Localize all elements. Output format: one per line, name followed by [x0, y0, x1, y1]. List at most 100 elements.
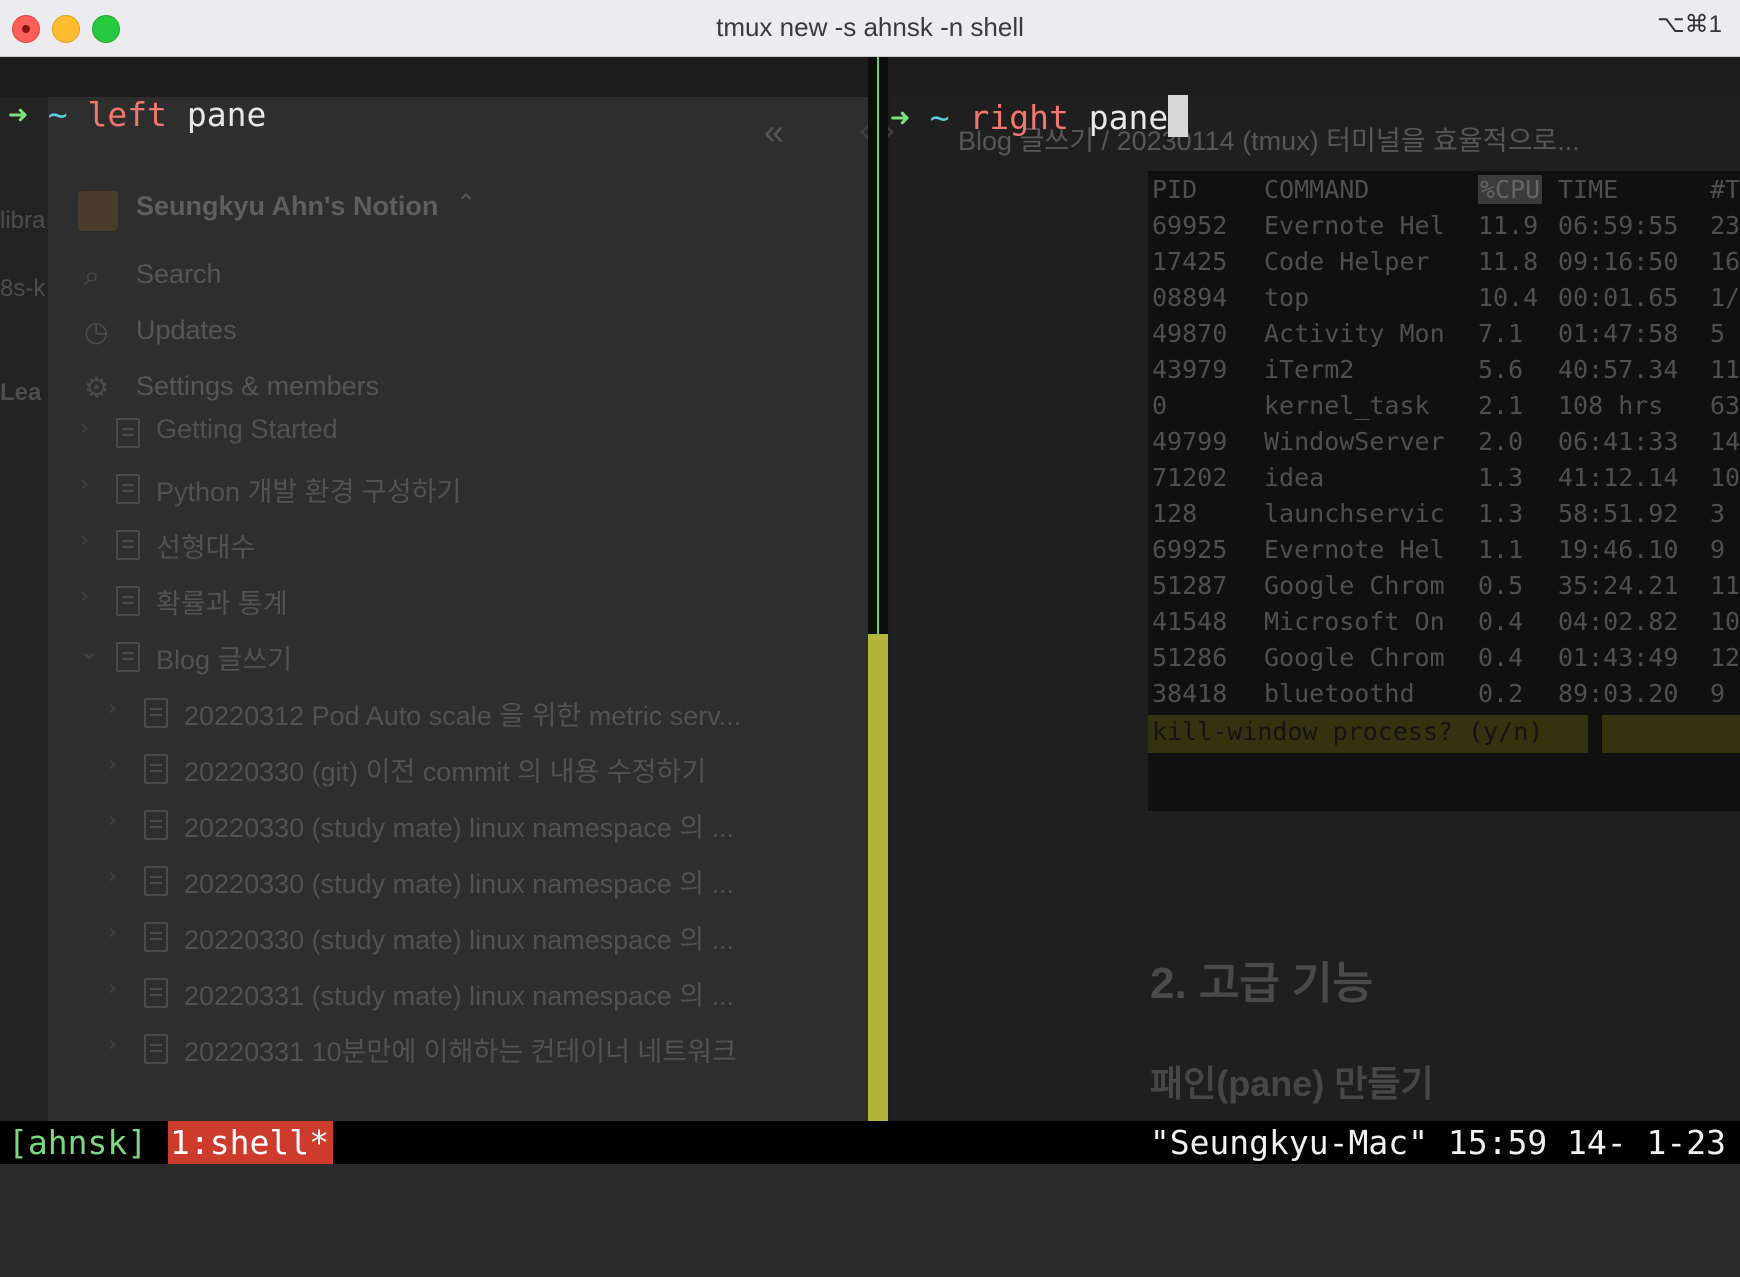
table-cell: top — [1264, 283, 1310, 312]
table-cell: 49799 — [1152, 427, 1228, 456]
chevron-up-down-icon: ⌃ — [456, 190, 477, 217]
sidebar-page-label: 20220330 (study mate) linux namespace 의 … — [184, 813, 735, 843]
kill-window-prompt[interactable]: kill-window process? (y/n) — [1148, 715, 1740, 753]
table-cell: 51287 — [1152, 571, 1228, 600]
page-icon — [144, 866, 168, 896]
table-cell: 2.0 — [1478, 427, 1524, 456]
table-cell: Microsoft On — [1264, 607, 1445, 636]
page-icon — [116, 586, 140, 616]
table-cell: 09:16:50 — [1558, 247, 1679, 276]
sidebar-page-label: 20220330 (study mate) linux namespace 의 … — [184, 925, 735, 955]
table-cell: 1.3 — [1478, 463, 1524, 492]
nav-settings-label: Settings & members — [136, 371, 380, 401]
page-icon — [144, 1034, 168, 1064]
terminal-area[interactable]: libra 8s-k Lea Seungkyu Ahn's Notion ⌃ «… — [0, 57, 1740, 1121]
background-cutoff-text: libra — [0, 207, 46, 234]
sidebar-page-item: › 확률과 통계 — [0, 580, 860, 620]
table-cell: 11.9 — [1478, 211, 1539, 240]
table-cell: 10.4 — [1478, 283, 1539, 312]
text-cursor — [1168, 95, 1189, 137]
header-threads: #T — [1710, 175, 1740, 204]
table-cell: 41:12.14 — [1558, 463, 1679, 492]
gear-icon: ⚙ — [84, 371, 110, 404]
right-pane-prompt[interactable]: ➜ ~ right pane — [890, 95, 1189, 137]
command-text: right — [969, 98, 1069, 137]
table-cell: 0 — [1152, 391, 1168, 420]
search-icon: ⌕ — [84, 259, 100, 292]
table-cell: 43979 — [1152, 355, 1228, 384]
sidebar-page-label: 20220330 (git) 이전 commit 의 내용 수정하기 — [184, 757, 707, 787]
table-cell: Evernote Hel — [1264, 535, 1445, 564]
table-header: PID COMMAND %CPU TIME #T — [1148, 175, 1740, 209]
table-cell: 69925 — [1152, 535, 1228, 564]
page-icon — [144, 978, 168, 1008]
table-cell: 1.3 — [1478, 499, 1524, 528]
table-cell: 06:41:33 — [1558, 427, 1679, 456]
table-cell: Google Chrom — [1264, 643, 1445, 672]
table-cell: 9 — [1710, 679, 1726, 708]
table-cell: 00:01.65 — [1558, 283, 1679, 312]
sidebar-page-label: 20220312 Pod Auto scale 을 위한 metric serv… — [184, 701, 742, 731]
page-icon — [116, 474, 140, 504]
table-cell: 108 hrs — [1558, 391, 1664, 420]
pane-border-highlight — [868, 634, 888, 1121]
page-icon — [144, 922, 168, 952]
table-cell: Activity Mon — [1264, 319, 1445, 348]
table-cell: 5 — [1710, 319, 1726, 348]
chevron-right-icon: › — [108, 752, 117, 777]
table-cell: 38418 — [1152, 679, 1228, 708]
sidebar-page-item: › 20220331 (study mate) linux namespace 의… — [0, 972, 860, 1012]
window-shortcut: ⌥⌘1 — [1656, 11, 1722, 38]
argument-text: pane — [186, 95, 267, 134]
header-pid: PID — [1152, 175, 1198, 204]
sidebar-page-label: Python 개발 환경 구성하기 — [156, 477, 462, 507]
sidebar-page-item: › Getting Started — [0, 412, 860, 452]
header-command: COMMAND — [1264, 175, 1370, 204]
table-cell: 63 — [1710, 391, 1740, 420]
table-cell: idea — [1264, 463, 1325, 492]
session-name: [ahnsk] — [8, 1123, 148, 1162]
sidebar-page-item: › 20220330 (git) 이전 commit 의 내용 수정하기 — [0, 748, 860, 788]
table-cell: 11 — [1710, 355, 1740, 384]
table-cell: 06:59:55 — [1558, 211, 1679, 240]
table-cell: launchservic — [1264, 499, 1445, 528]
sidebar-page-label: 선형대수 — [156, 533, 256, 563]
page-icon — [116, 530, 140, 560]
page-icon — [144, 810, 168, 840]
clock-icon: ◷ — [84, 315, 109, 348]
doc-heading-3: 패인(pane) 만들기 — [1150, 1063, 1434, 1104]
window-tab-shell[interactable]: 1:shell* — [168, 1121, 333, 1164]
chevron-right-icon: › — [80, 584, 89, 609]
doc-heading-2: 2. 고급 기능 — [1150, 959, 1374, 1008]
table-cell: 9 — [1710, 535, 1726, 564]
table-cell: 7.1 — [1478, 319, 1524, 348]
table-cell: 01:47:58 — [1558, 319, 1679, 348]
sidebar-page-item: › 20220331 10분만에 이해하는 컨테이너 네트워크 — [0, 1028, 860, 1068]
sidebar-page-item: › 20220330 (study mate) linux namespace 의… — [0, 860, 860, 900]
background-cutoff-text: Lea — [0, 379, 42, 406]
table-cell: Google Chrom — [1264, 571, 1445, 600]
table-cell: 0.4 — [1478, 643, 1524, 672]
tmux-status-bar: [ahnsk] 1:shell* "Seungkyu-Mac" 15:59 14… — [0, 1121, 1740, 1164]
left-pane-prompt[interactable]: ➜ ~ left pane — [8, 95, 266, 134]
table-cell: 71202 — [1152, 463, 1228, 492]
chevron-right-icon: › — [108, 808, 117, 833]
table-cell: 04:02.82 — [1558, 607, 1679, 636]
table-cell: 58:51.92 — [1558, 499, 1679, 528]
chevron-right-icon: › — [108, 976, 117, 1001]
table-cell: 12 — [1710, 643, 1740, 672]
chevron-down-icon: ⌄ — [80, 640, 99, 665]
table-cell: 5.6 — [1478, 355, 1524, 384]
table-cell: 16 — [1710, 247, 1740, 276]
table-cell: 01:43:49 — [1558, 643, 1679, 672]
prompt-arrow: ➜ — [8, 95, 28, 134]
avatar — [78, 191, 118, 231]
sidebar-page-label: 20220331 (study mate) linux namespace 의 … — [184, 981, 735, 1011]
table-cell: 35:24.21 — [1558, 571, 1679, 600]
chevron-right-icon: › — [108, 1032, 117, 1057]
prompt-cursor — [1588, 715, 1602, 753]
table-cell: 69952 — [1152, 211, 1228, 240]
command-text: left — [87, 95, 167, 134]
table-cell: 11.8 — [1478, 247, 1539, 276]
table-cell: 0.4 — [1478, 607, 1524, 636]
